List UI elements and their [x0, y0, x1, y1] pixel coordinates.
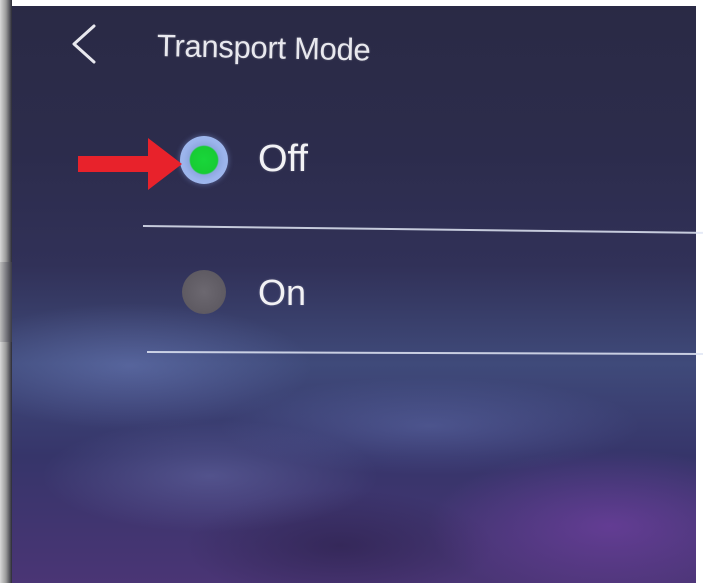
radio-on-unselected[interactable] [182, 270, 226, 314]
bezel-notch [0, 262, 12, 342]
option-on[interactable]: On [180, 262, 640, 322]
radio-off-selected[interactable] [180, 136, 228, 184]
page-title: Transport Mode [156, 28, 371, 68]
option-on-label: On [258, 272, 307, 313]
option-off-label: Off [258, 138, 308, 180]
photo-frame: Transport Mode Off On [0, 0, 704, 583]
option-off[interactable]: Off [180, 132, 640, 192]
screen-bezel [0, 0, 12, 583]
red-arrow-right-icon [78, 136, 182, 192]
chevron-left-icon[interactable] [62, 22, 106, 66]
